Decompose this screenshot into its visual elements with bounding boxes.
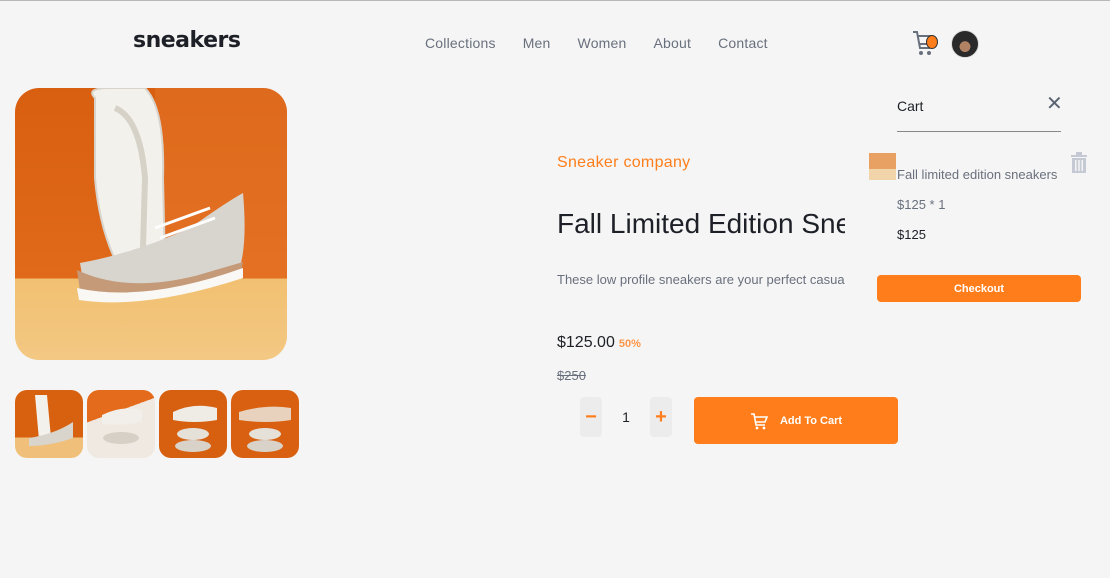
brand-logo[interactable]: sneakers [133,28,241,53]
discount-badge: 50% [618,338,641,350]
main-nav: Collections Men Women About Contact [425,35,795,51]
price-row: $125.00 50% [557,334,641,352]
close-icon[interactable]: ✕ [1046,94,1063,114]
quantity-minus-button[interactable]: − [580,397,602,437]
company-name: Sneaker company [557,154,691,171]
sneaker-illustration [77,88,287,303]
quantity-plus-button[interactable]: + [650,397,672,437]
sneaker-thumb-1[interactable] [15,390,83,458]
sneaker-thumb-3[interactable] [159,390,227,458]
cart-divider [897,131,1061,132]
checkout-button[interactable]: Checkout [877,275,1081,302]
sneaker-thumb-4[interactable] [231,390,299,458]
nav-women[interactable]: Women [578,35,627,51]
cart-item-quantity: $125 * 1 [897,197,946,212]
nav-about[interactable]: About [654,35,692,51]
add-to-cart-label: Add To Cart [779,414,843,427]
sneaker-thumb-2[interactable] [87,390,155,458]
user-avatar[interactable] [951,30,979,58]
nav-men[interactable]: Men [523,35,551,51]
quantity-stepper: − 1 + [580,397,672,437]
cart-dropdown: Cart ✕ Fall limited edition sneakers $12… [868,89,1088,319]
quantity-value: 1 [622,409,630,425]
sneaker-main-image[interactable] [15,88,287,360]
product-description: These low profile sneakers are your perf… [557,272,845,287]
cart-icon[interactable] [912,27,938,59]
thumbnail-strip [15,390,299,458]
cart-badge [926,35,938,49]
cart-item-thumbnail [869,153,896,180]
nav-collections[interactable]: Collections [425,35,496,51]
trash-icon[interactable] [1069,152,1089,174]
nav-contact[interactable]: Contact [718,35,768,51]
old-price: $250 [557,368,586,383]
cart-icon [750,412,768,429]
add-to-cart-button[interactable]: Add To Cart [694,397,898,444]
cart-item-name: Fall limited edition sneakers [897,167,1058,182]
cart-title: Cart [897,98,924,114]
cart-item-total: $125 [897,227,926,242]
current-price: $125.00 [557,334,615,351]
product-title: Fall Limited Edition Sneakers [557,208,845,239]
